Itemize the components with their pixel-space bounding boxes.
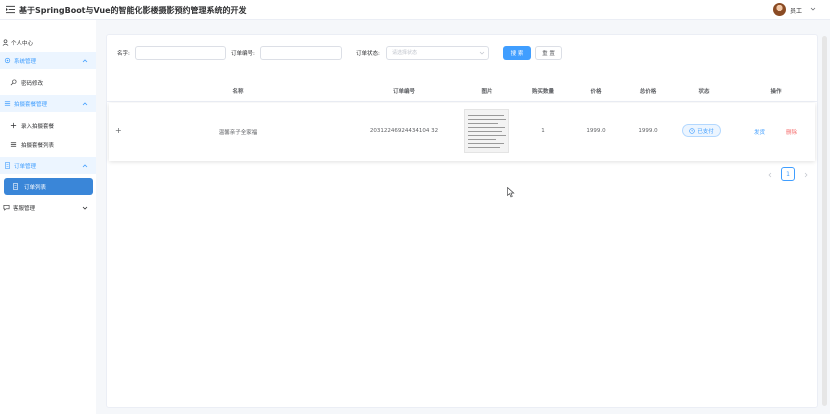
status-filter-label: 订单状态: bbox=[356, 51, 380, 57]
sidebar-item-label: 订单列表 bbox=[24, 184, 47, 191]
next-page-icon[interactable] bbox=[803, 172, 809, 178]
sidebar-item-label: 客服管理 bbox=[13, 205, 36, 212]
column-header-actions: 操作 bbox=[770, 89, 782, 95]
user-name[interactable]: 员工 bbox=[790, 6, 802, 15]
column-header-status: 状态 bbox=[698, 89, 710, 95]
column-header-quantity: 购买数量 bbox=[531, 89, 555, 95]
table-header-divider bbox=[107, 101, 817, 102]
sidebar-item-label: 系统管理 bbox=[14, 58, 37, 65]
avatar[interactable] bbox=[773, 3, 786, 16]
name-filter-label: 名字: bbox=[117, 51, 130, 57]
sidebar-group-system[interactable]: 系统管理 bbox=[0, 52, 96, 69]
page-scrollbar[interactable] bbox=[822, 36, 827, 406]
list-icon bbox=[10, 141, 17, 148]
menu-fold-icon[interactable] bbox=[6, 5, 15, 14]
order-no-input[interactable] bbox=[260, 46, 342, 60]
chevron-up-icon bbox=[82, 101, 88, 105]
column-header-price: 价格 bbox=[590, 89, 602, 95]
mouse-cursor-icon bbox=[507, 187, 515, 198]
status-badge-label: 已支付 bbox=[697, 128, 714, 135]
document-icon bbox=[4, 162, 11, 169]
chat-icon bbox=[3, 204, 10, 211]
ship-button[interactable]: 发货 bbox=[754, 128, 765, 136]
chevron-down-icon[interactable] bbox=[810, 6, 816, 12]
chevron-down-icon[interactable] bbox=[479, 50, 485, 56]
sidebar-item-label: 个人中心 bbox=[11, 40, 34, 47]
status-badge: 已支付 bbox=[682, 124, 721, 137]
sidebar-item-label: 拍摄套餐管理 bbox=[14, 101, 48, 108]
clock-icon bbox=[689, 127, 695, 134]
delete-button[interactable]: 删除 bbox=[786, 128, 797, 136]
cell-quantity: 1 bbox=[541, 128, 545, 134]
chevron-up-icon bbox=[82, 163, 88, 167]
sidebar-group-orders[interactable]: 订单管理 bbox=[0, 157, 96, 174]
column-header-image: 图片 bbox=[481, 89, 493, 95]
cell-order-no: 20312246924434104 32 bbox=[369, 128, 439, 134]
sidebar-group-service[interactable]: 客服管理 bbox=[0, 199, 96, 216]
sidebar-item-label: 拍摄套餐列表 bbox=[21, 142, 55, 149]
chevron-down-icon bbox=[82, 206, 88, 210]
reset-button[interactable]: 重 置 bbox=[535, 46, 562, 60]
top-bar: 基于SpringBoot与Vue的智能化影楼摄影预约管理系统的开发 员工 bbox=[0, 0, 830, 20]
sidebar-item-label: 录入拍摄套餐 bbox=[21, 123, 55, 130]
search-button[interactable]: 搜 索 bbox=[503, 46, 531, 60]
cell-total: 1999.0 bbox=[638, 128, 658, 134]
main-content: 名字: 订单编号: 订单状态: 请选择状态 搜 索 重 置 名称 订单编号 图片… bbox=[106, 34, 818, 408]
sidebar-item-label: 订单管理 bbox=[14, 163, 37, 170]
app-title: 基于SpringBoot与Vue的智能化影楼摄影预约管理系统的开发 bbox=[19, 6, 247, 15]
sidebar-item-profile[interactable]: 个人中心 bbox=[0, 34, 96, 51]
row-expand-toggle[interactable]: + bbox=[115, 126, 122, 135]
chevron-up-icon bbox=[82, 58, 88, 62]
plus-icon bbox=[10, 122, 17, 129]
order-image-thumbnail[interactable] bbox=[464, 109, 509, 153]
key-icon bbox=[10, 79, 17, 86]
gear-icon bbox=[4, 57, 11, 64]
column-header-name: 名称 bbox=[232, 89, 244, 95]
sidebar-item-add-package[interactable]: 录入拍摄套餐 bbox=[0, 117, 96, 134]
page-number-current[interactable]: 1 bbox=[781, 167, 795, 181]
sidebar-group-packages[interactable]: 拍摄套餐管理 bbox=[0, 95, 96, 112]
order-no-filter-label: 订单编号: bbox=[231, 51, 255, 57]
sidebar-item-package-list[interactable]: 拍摄套餐列表 bbox=[0, 136, 96, 153]
name-input[interactable] bbox=[135, 46, 226, 60]
cell-price: 1999.0 bbox=[586, 128, 606, 134]
sidebar-item-password[interactable]: 密码修改 bbox=[0, 74, 96, 91]
column-header-total: 总价格 bbox=[639, 89, 657, 95]
user-icon bbox=[2, 39, 9, 46]
prev-page-icon[interactable] bbox=[767, 172, 773, 178]
document-icon bbox=[12, 183, 19, 190]
list-icon bbox=[4, 100, 11, 107]
cell-name: 温馨亲子全家福 bbox=[218, 130, 258, 136]
sidebar-item-label: 密码修改 bbox=[21, 80, 44, 87]
sidebar-item-order-list[interactable]: 订单列表 bbox=[4, 178, 93, 195]
sidebar: 个人中心 系统管理 密码修改 拍摄套餐管理 录入拍摄套餐 拍摄套餐列表 订单管理… bbox=[0, 20, 96, 414]
status-select[interactable]: 请选择状态 bbox=[386, 46, 489, 60]
column-header-order-no: 订单编号 bbox=[392, 89, 416, 95]
